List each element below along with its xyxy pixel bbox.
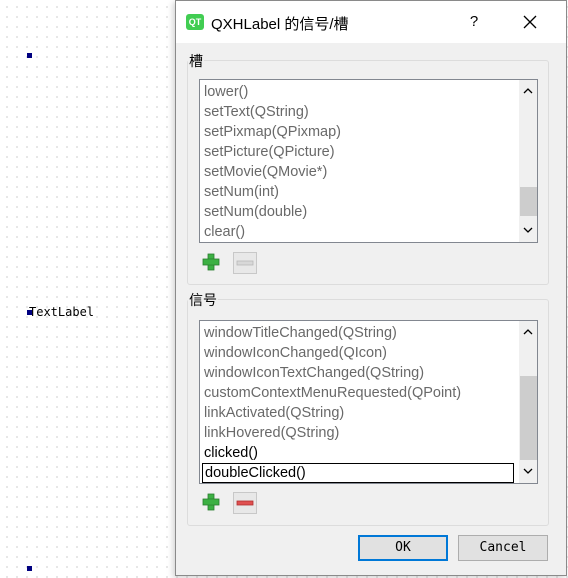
signals-group-title: 信号 xyxy=(188,290,218,310)
close-icon xyxy=(523,15,537,29)
help-button[interactable]: ? xyxy=(464,11,484,33)
slots-group-title: 槽 xyxy=(188,51,204,71)
minus-icon xyxy=(236,260,254,266)
signal-list-item[interactable]: windowTitleChanged(QString) xyxy=(204,323,397,343)
ok-button[interactable]: OK xyxy=(358,535,448,561)
scroll-up-arrow-icon[interactable] xyxy=(523,87,533,95)
slot-list-item[interactable]: clear() xyxy=(204,222,245,242)
slot-list-item[interactable]: setPixmap(QPixmap) xyxy=(204,122,341,142)
selection-handle-bottom[interactable] xyxy=(27,566,32,571)
cancel-button[interactable]: Cancel xyxy=(458,535,548,561)
scroll-down-arrow-icon[interactable] xyxy=(523,467,533,475)
add-signal-button[interactable] xyxy=(199,491,223,513)
selection-handle-top[interactable] xyxy=(27,53,32,58)
signal-list-item[interactable]: windowIconTextChanged(QString) xyxy=(204,363,424,383)
slot-list-item[interactable]: setNum(int) xyxy=(204,182,279,202)
qt-logo-icon: QT xyxy=(186,14,204,30)
slot-list-item[interactable]: setPicture(QPicture) xyxy=(204,142,335,162)
minus-icon xyxy=(236,500,254,506)
title-bar: QT QXHLabel 的信号/槽 ? xyxy=(176,1,566,43)
remove-slot-button[interactable] xyxy=(233,252,257,274)
signals-scrollbar[interactable] xyxy=(519,321,537,483)
signals-list[interactable]: windowTitleChanged(QString) windowIconCha… xyxy=(199,320,538,484)
slot-list-item[interactable]: setMovie(QMovie*) xyxy=(204,162,327,182)
slot-list-item[interactable]: setNum(double) xyxy=(204,202,307,222)
signal-list-item[interactable]: linkActivated(QString) xyxy=(204,403,344,423)
slots-scroll-thumb[interactable] xyxy=(520,187,537,216)
signals-slots-dialog: QT QXHLabel 的信号/槽 ? 槽 lower() setText(QSt… xyxy=(175,0,567,576)
dialog-title: QXHLabel 的信号/槽 xyxy=(211,16,349,33)
text-label-widget[interactable]: TextLabel xyxy=(29,305,94,319)
slots-scrollbar[interactable] xyxy=(519,80,537,242)
remove-signal-button[interactable] xyxy=(233,492,257,514)
slot-list-item[interactable]: lower() xyxy=(204,82,248,102)
scroll-up-arrow-icon[interactable] xyxy=(523,328,533,336)
signal-list-item[interactable]: doubleClicked() xyxy=(202,463,514,483)
signals-scroll-thumb[interactable] xyxy=(520,376,537,460)
signal-list-item[interactable]: customContextMenuRequested(QPoint) xyxy=(204,383,461,403)
add-slot-button[interactable] xyxy=(199,251,223,273)
signal-list-item[interactable]: clicked() xyxy=(204,443,258,463)
plus-icon xyxy=(202,253,220,271)
signal-list-item[interactable]: linkHovered(QString) xyxy=(204,423,339,443)
close-button[interactable] xyxy=(516,10,544,36)
slots-list[interactable]: lower() setText(QString) setPixmap(QPixmap… xyxy=(199,79,538,243)
plus-icon xyxy=(202,493,220,511)
signal-list-item[interactable]: windowIconChanged(QIcon) xyxy=(204,343,387,363)
scroll-down-arrow-icon[interactable] xyxy=(523,226,533,234)
slot-list-item[interactable]: setText(QString) xyxy=(204,102,309,122)
